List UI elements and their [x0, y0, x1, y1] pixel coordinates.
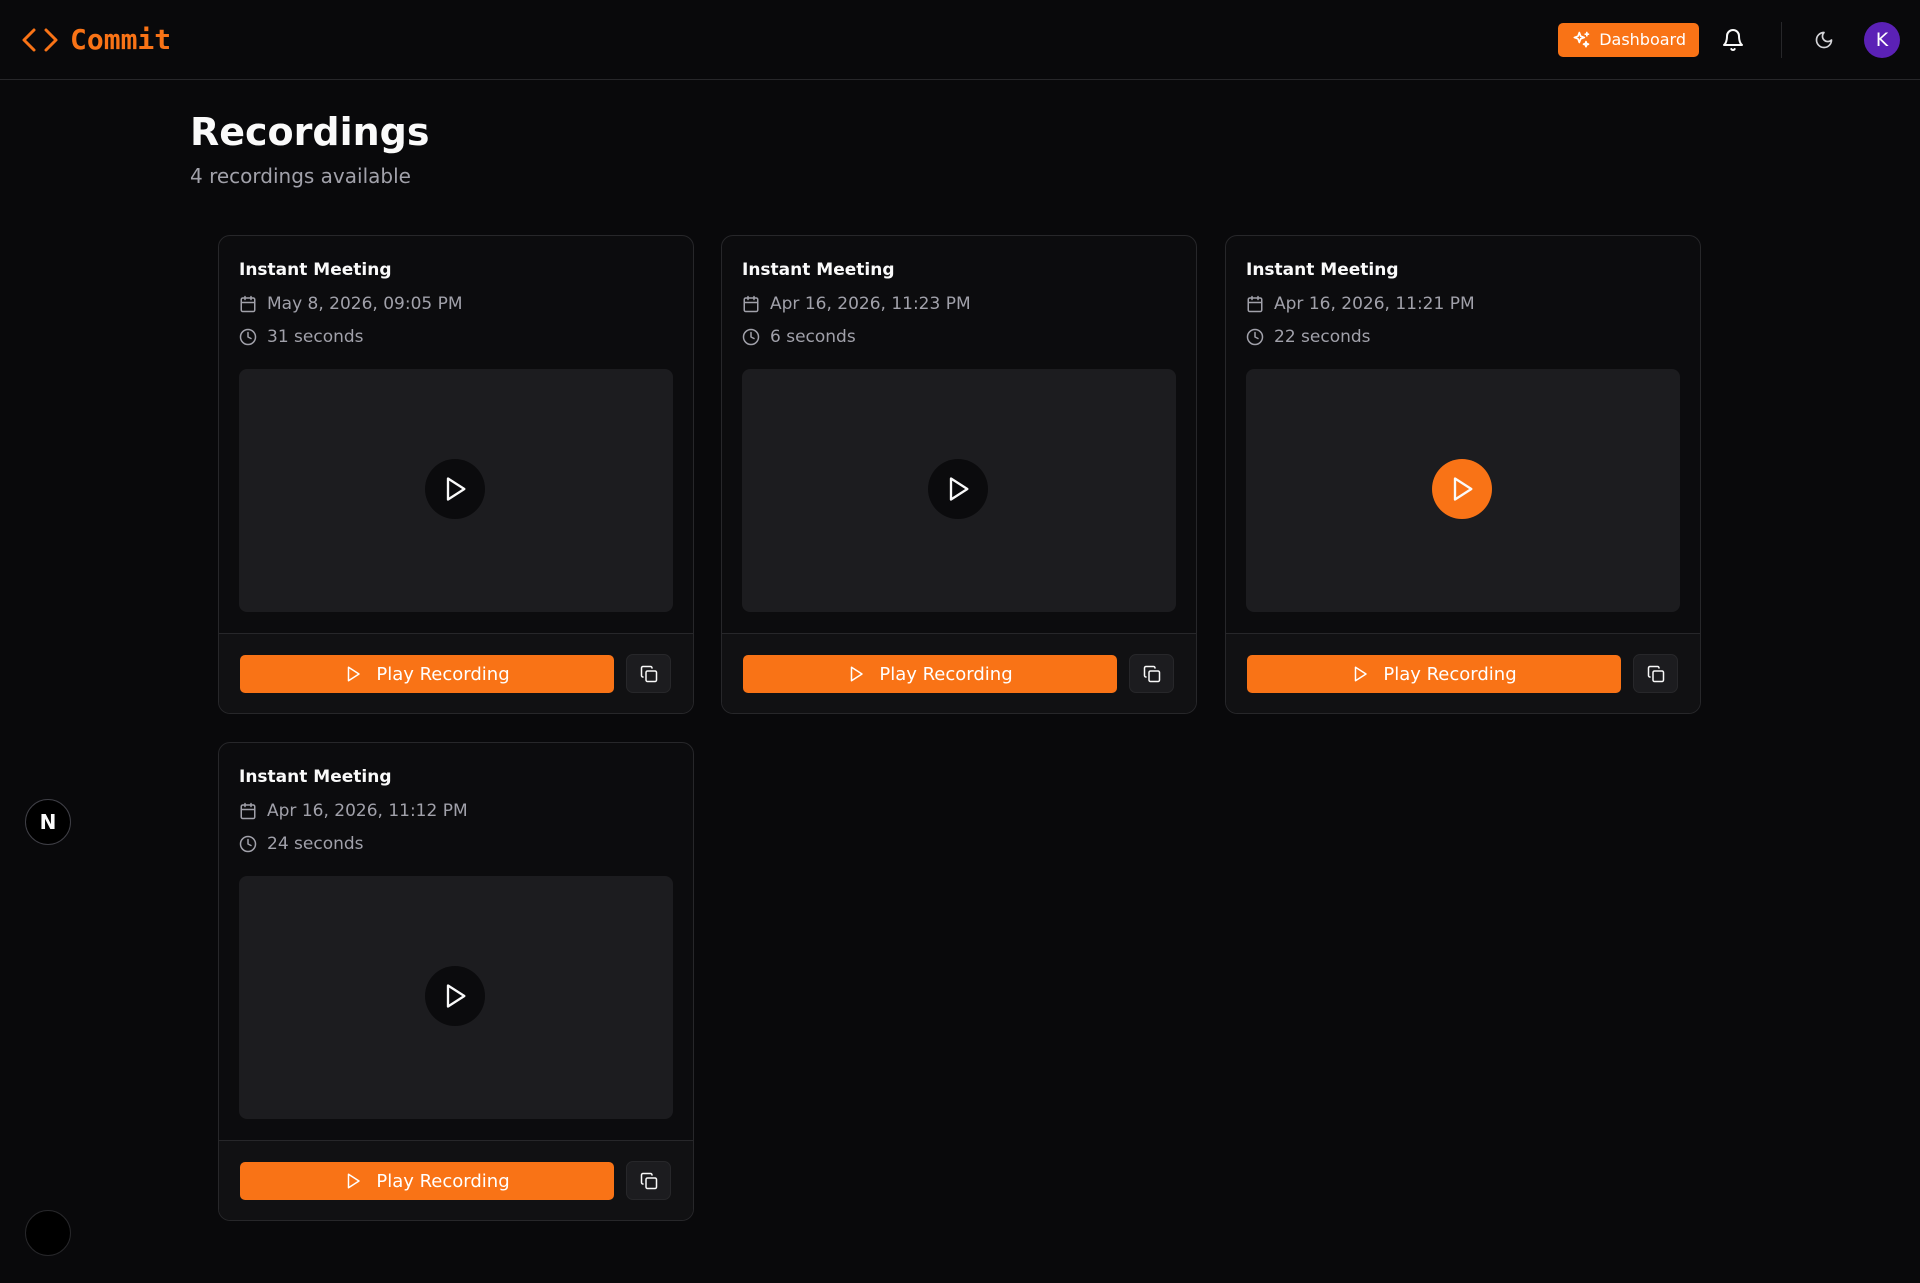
play-recording-button[interactable]: Play Recording: [1247, 655, 1621, 693]
clock-icon: [742, 328, 760, 346]
play-overlay-button[interactable]: [425, 459, 485, 519]
calendar-icon: [743, 295, 759, 313]
card-footer: Play Recording: [219, 633, 693, 713]
recording-duration-text: 22 seconds: [1274, 327, 1371, 347]
play-overlay-button[interactable]: [928, 459, 988, 519]
play-icon: [949, 477, 969, 501]
top-header: Commit Dashboard K: [0, 0, 1920, 80]
play-recording-button[interactable]: Play Recording: [240, 655, 614, 693]
recording-date-text: May 8, 2026, 09:05 PM: [267, 294, 463, 314]
recording-date: Apr 16, 2026, 11:21 PM: [1246, 294, 1475, 314]
card-footer: Play Recording: [219, 1140, 693, 1220]
copy-icon: [640, 1172, 657, 1189]
clock-icon: [239, 328, 257, 346]
play-recording-label: Play Recording: [879, 663, 1013, 685]
header-divider: [1781, 21, 1782, 58]
brand[interactable]: Commit: [20, 23, 171, 56]
sparkles-icon: [1573, 31, 1590, 48]
play-icon: [851, 666, 864, 682]
play-recording-label: Play Recording: [376, 663, 510, 685]
recording-duration-text: 24 seconds: [267, 834, 364, 854]
card-footer: Play Recording: [722, 633, 1196, 713]
recording-duration: 24 seconds: [239, 834, 364, 854]
notifications-button[interactable]: [1719, 26, 1747, 54]
bell-icon: [1723, 28, 1743, 51]
recording-date: Apr 16, 2026, 11:12 PM: [239, 801, 468, 821]
recording-card: Instant Meeting Apr 16, 2026, 11:23 PM 6…: [721, 235, 1197, 714]
recording-title: Instant Meeting: [742, 260, 895, 280]
copy-link-button[interactable]: [1633, 654, 1678, 693]
recording-title: Instant Meeting: [239, 767, 392, 787]
recording-date: Apr 16, 2026, 11:23 PM: [742, 294, 971, 314]
play-icon: [1453, 477, 1473, 501]
calendar-icon: [1247, 295, 1263, 313]
play-overlay-button[interactable]: [425, 966, 485, 1026]
play-icon: [1355, 666, 1368, 682]
page-subtitle: 4 recordings available: [190, 164, 411, 188]
recording-date-text: Apr 16, 2026, 11:21 PM: [1274, 294, 1475, 314]
dashboard-button[interactable]: Dashboard: [1558, 22, 1699, 57]
recording-date-text: Apr 16, 2026, 11:12 PM: [267, 801, 468, 821]
play-icon: [446, 477, 466, 501]
play-icon: [446, 984, 466, 1008]
play-recording-button[interactable]: Play Recording: [240, 1162, 614, 1200]
code-brackets-icon: [22, 28, 58, 51]
play-icon: [348, 666, 361, 682]
video-thumbnail[interactable]: [239, 369, 673, 612]
video-thumbnail[interactable]: [742, 369, 1176, 612]
video-thumbnail[interactable]: [1246, 369, 1680, 612]
copy-link-button[interactable]: [626, 654, 671, 693]
clock-icon: [1246, 328, 1264, 346]
video-thumbnail[interactable]: [239, 876, 673, 1119]
calendar-icon: [240, 802, 256, 820]
recording-title: Instant Meeting: [239, 260, 392, 280]
brand-name: Commit: [70, 23, 172, 56]
recording-duration: 22 seconds: [1246, 327, 1371, 347]
moon-icon: [1815, 31, 1833, 48]
play-recording-button[interactable]: Play Recording: [743, 655, 1117, 693]
copy-icon: [1143, 665, 1160, 682]
copy-icon: [1647, 665, 1664, 682]
recording-duration-text: 6 seconds: [770, 327, 856, 347]
copy-link-button[interactable]: [626, 1161, 671, 1200]
recording-card: Instant Meeting Apr 16, 2026, 11:12 PM 2…: [218, 742, 694, 1221]
recording-date-text: Apr 16, 2026, 11:23 PM: [770, 294, 971, 314]
copy-link-button[interactable]: [1129, 654, 1174, 693]
nextjs-badge[interactable]: N: [25, 799, 71, 845]
recording-duration: 31 seconds: [239, 327, 364, 347]
recording-card: Instant Meeting Apr 16, 2026, 11:21 PM 2…: [1225, 235, 1701, 714]
recording-duration-text: 31 seconds: [267, 327, 364, 347]
copy-icon: [640, 665, 657, 682]
recording-date: May 8, 2026, 09:05 PM: [239, 294, 463, 314]
play-recording-label: Play Recording: [1383, 663, 1517, 685]
page-title: Recordings: [190, 110, 430, 154]
theme-toggle-button[interactable]: [1810, 26, 1838, 54]
play-recording-label: Play Recording: [376, 1170, 510, 1192]
recording-card: Instant Meeting May 8, 2026, 09:05 PM 31…: [218, 235, 694, 714]
user-avatar[interactable]: K: [1864, 21, 1900, 58]
clock-icon: [239, 835, 257, 853]
card-footer: Play Recording: [1226, 633, 1700, 713]
recording-duration: 6 seconds: [742, 327, 856, 347]
play-icon: [348, 1173, 361, 1189]
calendar-icon: [240, 295, 256, 313]
recording-title: Instant Meeting: [1246, 260, 1399, 280]
floating-button[interactable]: [25, 1210, 71, 1256]
play-overlay-button[interactable]: [1432, 459, 1492, 519]
dashboard-button-label: Dashboard: [1599, 30, 1686, 49]
